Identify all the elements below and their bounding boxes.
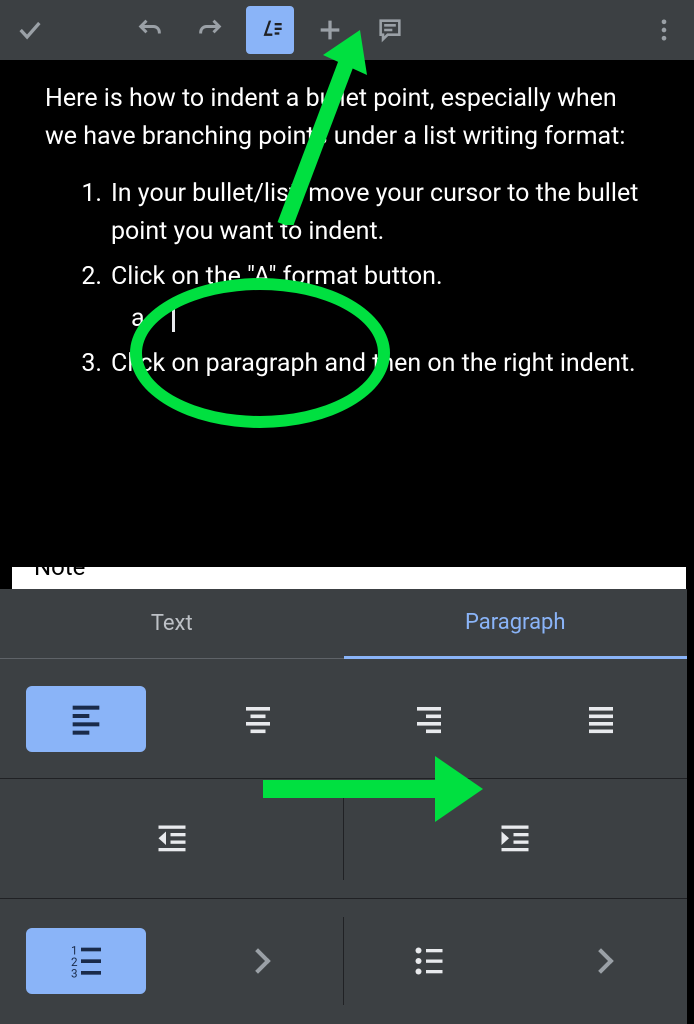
align-left-button[interactable] <box>0 659 172 778</box>
text-format-icon <box>256 16 284 44</box>
indent-decrease-button[interactable] <box>0 779 344 898</box>
undo-icon <box>136 16 164 44</box>
tab-paragraph[interactable]: Paragraph <box>344 589 688 659</box>
indent-increase-icon <box>497 821 533 857</box>
sub-list-item <box>111 300 654 338</box>
bullet-list-options-button[interactable] <box>515 899 687 1023</box>
redo-icon <box>196 16 224 44</box>
alignment-row <box>0 659 687 779</box>
comment-icon <box>376 16 404 44</box>
overflow-menu-button[interactable] <box>634 0 694 60</box>
bullet-list-button[interactable] <box>344 899 516 1023</box>
more-vertical-icon <box>650 16 678 44</box>
format-panel: Text Paragraph <box>0 589 687 1024</box>
bullet-list-icon <box>411 943 447 979</box>
numbered-list: In your bullet/list, move your cursor to… <box>45 175 654 383</box>
accept-button[interactable] <box>0 0 60 60</box>
comments-button[interactable] <box>360 0 420 60</box>
indent-decrease-icon <box>154 821 190 857</box>
numbered-list-icon: 1 2 3 <box>66 941 106 981</box>
align-justify-icon <box>583 701 619 737</box>
indent-increase-button[interactable] <box>344 779 688 898</box>
redo-button[interactable] <box>180 0 240 60</box>
note-label: Note <box>34 553 85 581</box>
align-right-icon <box>411 701 447 737</box>
page-edge: Note <box>12 567 686 591</box>
chevron-right-icon <box>588 948 613 973</box>
tab-text[interactable]: Text <box>0 589 344 659</box>
align-left-icon <box>66 699 106 739</box>
editor-toolbar <box>0 0 694 60</box>
lists-row: 1 2 3 <box>0 899 687 1023</box>
numbered-list-button[interactable]: 1 2 3 <box>0 899 172 1023</box>
align-center-button[interactable] <box>172 659 344 778</box>
indent-row <box>0 779 687 899</box>
chevron-right-icon <box>245 948 270 973</box>
panel-body: 1 2 3 <box>0 659 687 1024</box>
document-editor[interactable]: Here is how to indent a bullet point, es… <box>0 60 694 590</box>
text-format-button[interactable] <box>246 6 294 54</box>
list-item: Click on paragraph and then on the right… <box>83 345 654 383</box>
undo-button[interactable] <box>120 0 180 60</box>
intro-text: Here is how to indent a bullet point, es… <box>45 80 654 155</box>
list-item: In your bullet/list, move your cursor to… <box>83 175 654 250</box>
check-icon <box>16 16 44 44</box>
list-item: Click on the "A" format button. <box>83 258 654 337</box>
plus-icon <box>316 16 344 44</box>
numbered-list-options-button[interactable] <box>172 899 344 1023</box>
text-cursor <box>172 306 175 332</box>
svg-text:3: 3 <box>71 967 78 981</box>
align-right-button[interactable] <box>344 659 516 778</box>
align-justify-button[interactable] <box>515 659 687 778</box>
insert-button[interactable] <box>300 0 360 60</box>
format-tabs: Text Paragraph <box>0 589 687 659</box>
align-center-icon <box>240 701 276 737</box>
